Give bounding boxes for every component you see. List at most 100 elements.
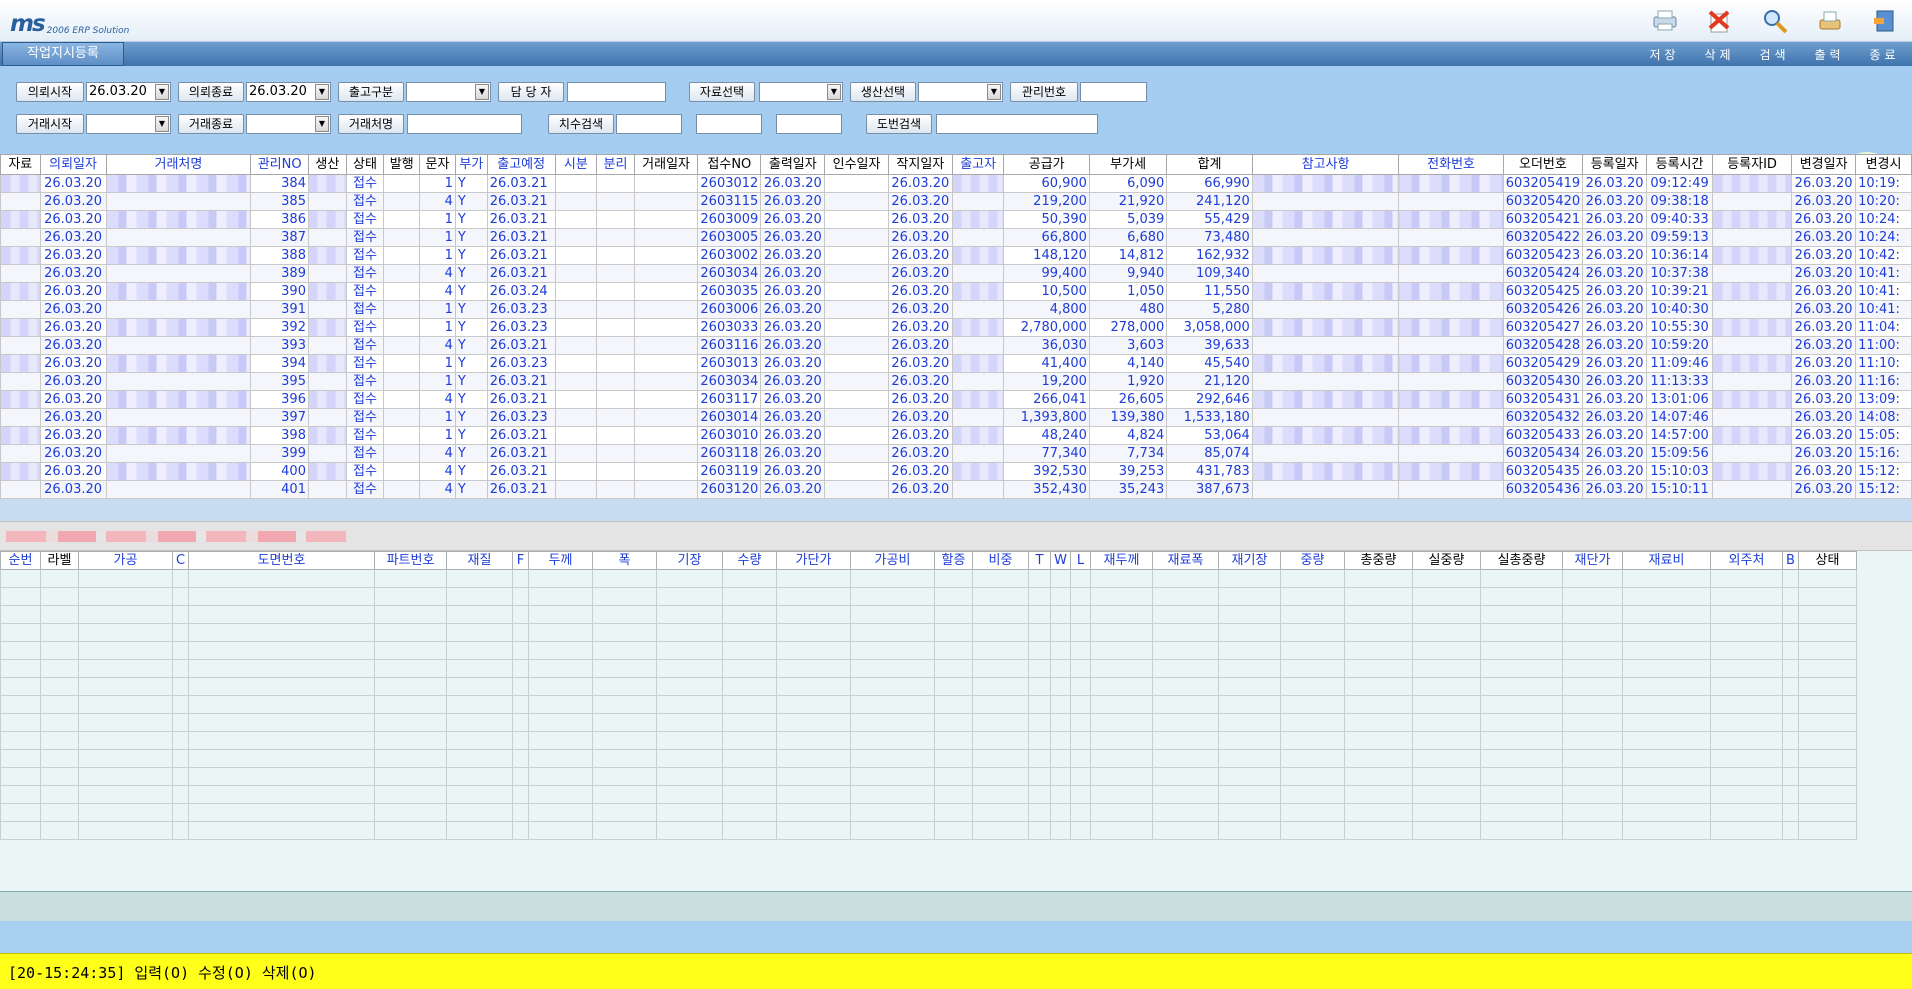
table-cell[interactable] xyxy=(1218,803,1281,822)
table-cell[interactable] xyxy=(951,210,1005,229)
table-cell[interactable] xyxy=(1398,282,1504,301)
table-cell[interactable] xyxy=(1412,785,1481,804)
table-cell[interactable]: 26.03.20 xyxy=(1791,336,1857,355)
table-cell[interactable] xyxy=(1711,444,1793,463)
table-cell[interactable]: 26.03.20 xyxy=(887,300,953,319)
table-cell[interactable] xyxy=(776,605,851,624)
table-cell[interactable]: 45,540 xyxy=(1166,354,1253,373)
table-cell[interactable] xyxy=(374,713,447,732)
table-cell[interactable] xyxy=(633,264,699,283)
table-cell[interactable]: 26.03.20 xyxy=(760,444,826,463)
table-cell[interactable]: 603205421 xyxy=(1502,210,1584,229)
table-cell[interactable]: 26.03.20 xyxy=(887,408,953,427)
table-cell[interactable] xyxy=(1782,731,1799,750)
table-cell[interactable]: 26.03.21 xyxy=(486,444,556,463)
table-cell[interactable] xyxy=(1251,300,1400,319)
trade-start-label[interactable]: 거래시작 xyxy=(16,114,84,134)
table-row[interactable]: 26.03.20 396 접수 4 Y 26.03.21 2603117 26.03.20 26… xyxy=(0,390,1912,409)
table-cell[interactable]: 26.03.20 xyxy=(1582,354,1648,373)
table-cell[interactable]: 14:07:46 xyxy=(1646,408,1713,427)
table-cell[interactable] xyxy=(722,821,777,840)
table-cell[interactable] xyxy=(596,498,635,499)
table-cell[interactable]: 10:41: xyxy=(1855,282,1912,301)
table-cell[interactable]: 접수 xyxy=(345,444,385,463)
table-cell[interactable] xyxy=(307,480,347,499)
table-cell[interactable] xyxy=(307,444,347,463)
table-cell[interactable]: 603205429 xyxy=(1502,354,1584,373)
table-cell[interactable]: 2603120 xyxy=(697,480,762,499)
table-cell[interactable]: 26.03.20 xyxy=(1791,210,1857,229)
table-cell[interactable] xyxy=(1251,228,1400,247)
table-cell[interactable] xyxy=(1562,605,1623,624)
column-header[interactable]: 기장 xyxy=(656,551,723,570)
table-cell[interactable]: 26.03.23 xyxy=(486,300,556,319)
table-cell[interactable] xyxy=(1412,749,1481,768)
table-cell[interactable] xyxy=(78,659,173,678)
production-select-dropdown[interactable]: ▼ xyxy=(918,82,1003,102)
table-cell[interactable] xyxy=(78,731,173,750)
table-row[interactable]: 26.03.20 386 접수 1 Y 26.03.21 2603009 26.03.20 26… xyxy=(0,210,1912,229)
table-cell[interactable]: 접수 xyxy=(345,318,385,337)
table-cell[interactable]: Y xyxy=(454,246,488,265)
save-button[interactable]: 저장 xyxy=(1637,6,1692,66)
table-cell[interactable] xyxy=(1398,210,1504,229)
table-row[interactable]: 26.03.20 397 접수 1 Y 26.03.23 2603014 26.03.20 26… xyxy=(0,408,1912,427)
table-cell[interactable] xyxy=(776,785,851,804)
table-cell[interactable] xyxy=(824,372,889,391)
table-cell[interactable]: 접수 xyxy=(345,192,385,211)
table-cell[interactable] xyxy=(1152,695,1219,714)
table-cell[interactable] xyxy=(596,264,635,283)
table-cell[interactable] xyxy=(934,821,973,840)
table-cell[interactable] xyxy=(951,192,1005,211)
table-cell[interactable] xyxy=(1711,336,1793,355)
table-cell[interactable] xyxy=(78,587,173,606)
table-cell[interactable] xyxy=(1412,641,1481,660)
table-cell[interactable] xyxy=(1798,731,1857,750)
table-cell[interactable]: 26.03.20 xyxy=(887,372,953,391)
table-cell[interactable] xyxy=(1050,731,1071,750)
table-cell[interactable]: 26.03.20 xyxy=(760,300,826,319)
table-cell[interactable] xyxy=(1028,605,1051,624)
table-cell[interactable] xyxy=(850,803,935,822)
table-cell[interactable] xyxy=(1090,677,1153,696)
table-cell[interactable]: 41,400 xyxy=(1003,354,1090,373)
table-cell[interactable] xyxy=(1050,605,1071,624)
table-cell[interactable] xyxy=(1280,713,1345,732)
table-row[interactable]: 26.03.20 395 접수 1 Y 26.03.21 2603034 26.03.20 26… xyxy=(0,372,1912,391)
table-cell[interactable] xyxy=(188,659,375,678)
table-cell[interactable] xyxy=(105,354,252,373)
table-cell[interactable] xyxy=(1251,480,1400,499)
exit-button[interactable]: 종료 xyxy=(1857,6,1912,66)
table-cell[interactable] xyxy=(1280,695,1345,714)
table-cell[interactable] xyxy=(307,228,347,247)
table-cell[interactable] xyxy=(1280,749,1345,768)
table-cell[interactable] xyxy=(1710,731,1783,750)
table-cell[interactable] xyxy=(1398,480,1504,499)
table-cell[interactable] xyxy=(972,749,1029,768)
column-header[interactable]: L xyxy=(1070,551,1091,570)
table-cell[interactable] xyxy=(486,498,556,499)
table-cell[interactable] xyxy=(1028,731,1051,750)
table-cell[interactable] xyxy=(824,336,889,355)
column-header[interactable]: 거래일자 xyxy=(633,154,699,175)
table-cell[interactable] xyxy=(824,246,889,265)
table-cell[interactable] xyxy=(1782,803,1799,822)
table-cell[interactable]: 15:10:03 xyxy=(1646,462,1713,481)
table-cell[interactable] xyxy=(454,498,488,499)
table-cell[interactable] xyxy=(0,426,41,445)
table-cell[interactable]: 26.03.20 xyxy=(1582,264,1648,283)
table-cell[interactable]: 603205431 xyxy=(1502,390,1584,409)
table-cell[interactable] xyxy=(1050,821,1071,840)
table-cell[interactable]: 09:38:18 xyxy=(1646,192,1713,211)
table-cell[interactable]: 26.03.20 xyxy=(760,246,826,265)
table-cell[interactable] xyxy=(1798,821,1857,840)
table-cell[interactable] xyxy=(592,587,657,606)
table-cell[interactable] xyxy=(1344,749,1413,768)
table-cell[interactable] xyxy=(1562,713,1623,732)
table-cell[interactable] xyxy=(105,192,252,211)
table-cell[interactable] xyxy=(592,677,657,696)
table-cell[interactable] xyxy=(0,462,41,481)
table-cell[interactable] xyxy=(951,354,1005,373)
table-cell[interactable] xyxy=(1090,821,1153,840)
table-cell[interactable] xyxy=(1782,641,1799,660)
